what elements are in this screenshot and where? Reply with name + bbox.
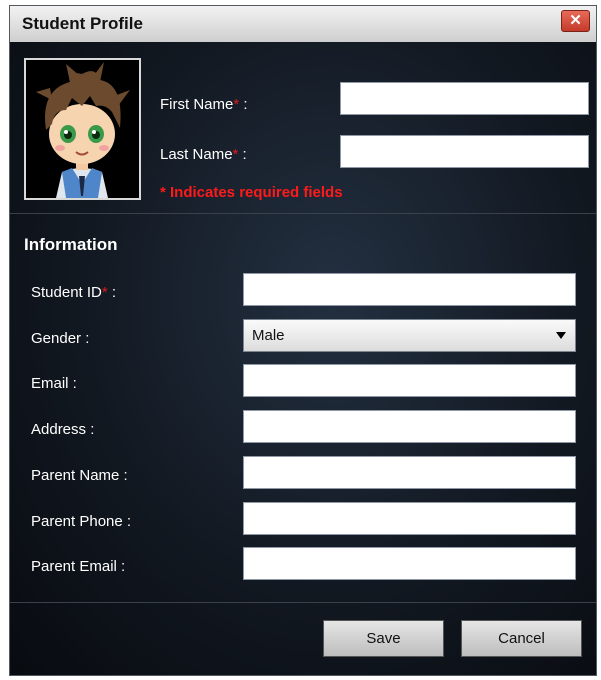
cancel-button[interactable]: Cancel [461,620,582,657]
label-colon: : [238,146,247,163]
parent-phone-field[interactable] [243,502,576,535]
required-fields-note: * Indicates required fields [160,184,343,201]
avatar-illustration [36,62,130,198]
close-button[interactable]: ✕ [561,10,590,32]
gender-select[interactable]: Male [243,319,576,352]
window-title: Student Profile [22,14,143,33]
email-field[interactable] [243,364,576,397]
information-section-title: Information [24,235,118,254]
save-button[interactable]: Save [323,620,444,657]
gender-label: Gender : [31,330,90,347]
last-name-label: Last Name* : [160,146,247,163]
parent-email-label: Parent Email : [31,558,126,575]
first-name-label-text: First Name [160,96,234,113]
student-id-field[interactable] [243,273,576,306]
parent-name-field[interactable] [243,456,576,489]
label-colon: : [239,96,248,113]
label-colon: : [107,284,117,301]
address-label: Address : [31,421,95,438]
footer-divider [10,602,596,603]
student-profile-window: Student Profile ✕ First Name*: Last Nam… [9,5,597,676]
first-name-field[interactable] [340,82,589,115]
section-divider [10,213,596,214]
chevron-down-icon[interactable] [556,332,566,339]
last-name-field[interactable] [340,135,589,168]
student-avatar [24,58,141,200]
parent-email-field[interactable] [243,547,576,580]
parent-name-label: Parent Name : [31,467,128,484]
student-id-label: Student ID* : [31,284,116,301]
last-name-label-text: Last Name [160,146,233,163]
close-icon[interactable]: ✕ [569,12,582,29]
title-bar[interactable]: Student Profile ✕ [10,6,596,43]
student-id-label-text: Student ID [31,284,102,301]
parent-phone-label: Parent Phone : [31,513,132,530]
first-name-label: First Name* : [160,96,248,113]
email-label: Email : [31,375,77,392]
address-field[interactable] [243,410,576,443]
gender-selected-value: Male [252,327,285,344]
